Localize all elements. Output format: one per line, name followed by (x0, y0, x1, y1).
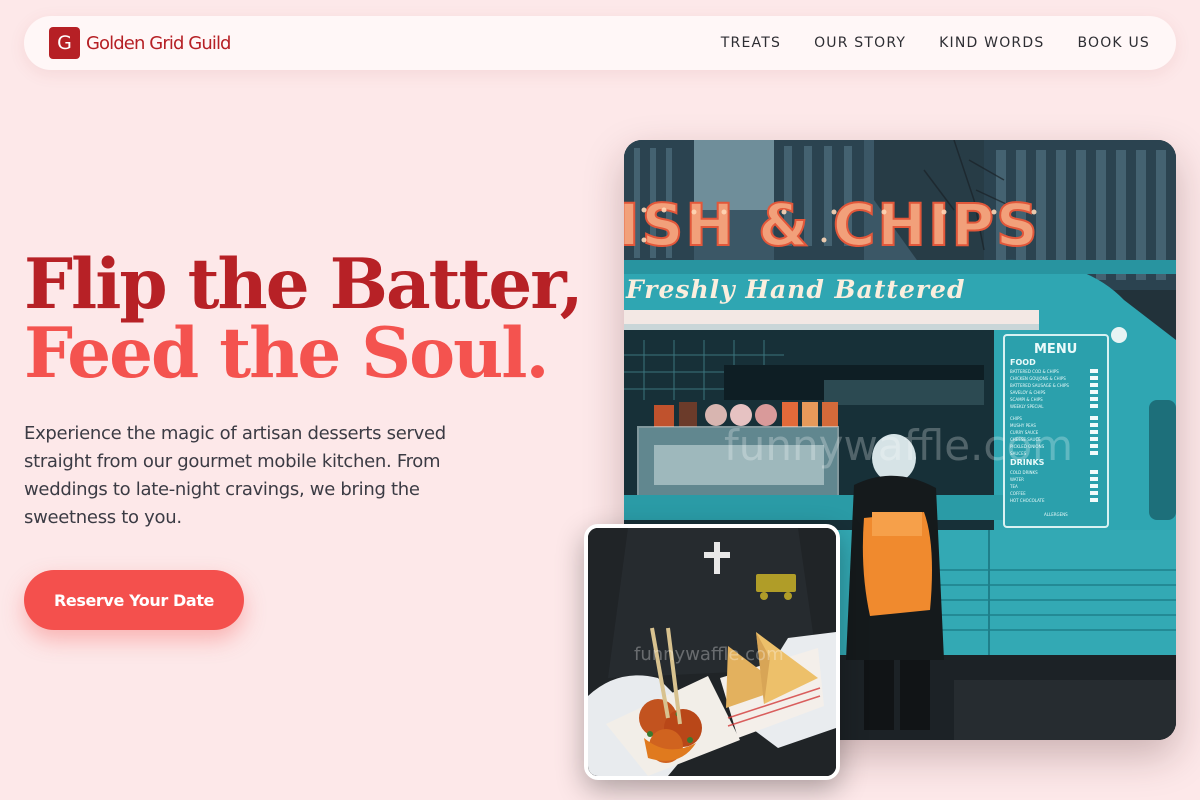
nav-link-kind-words[interactable]: KIND WORDS (939, 35, 1044, 51)
menu-food-item: SCAMPI & CHIPS (1010, 397, 1043, 402)
food-image-watermark: funnywaffle.com (634, 644, 784, 665)
menu-title: MENU (1034, 342, 1077, 357)
hero-title-line-1: Flip the Batter, (24, 244, 584, 325)
hero-title-line-2: Feed the Soul. (24, 313, 549, 394)
hero-title: Flip the Batter, Feed the Soul. (24, 244, 584, 394)
truck-image-watermark: funnywaffle.com (724, 421, 1073, 470)
menu-food-item: BATTERED SAUSAGE & CHIPS (1010, 383, 1069, 388)
menu-footer: ALLERGENS (1044, 512, 1068, 517)
nav-link-our-story[interactable]: OUR STORY (814, 35, 906, 51)
main-nav: TREATS OUR STORY KIND WORDS BOOK US (721, 35, 1150, 51)
menu-drink-item: COFFEE (1010, 491, 1026, 496)
marquee-sign: ISH & CHIPS (624, 191, 1040, 259)
reserve-date-button[interactable]: Reserve Your Date (24, 570, 244, 630)
site-header: G Golden Grid Guild TREATS OUR STORY KIN… (24, 16, 1176, 70)
nav-link-treats[interactable]: TREATS (721, 35, 781, 51)
menu-food-item: WEEKLY SPECIAL (1010, 404, 1044, 409)
truck-banner-text: Freshly Hand Battered (625, 275, 965, 304)
menu-food-heading: FOOD (1010, 358, 1036, 367)
menu-drink-item: WATER (1010, 477, 1024, 482)
menu-food-item: BATTERED COD & CHIPS (1010, 369, 1059, 374)
menu-food-item: SAVELOY & CHIPS (1010, 390, 1046, 395)
menu-drink-item: COLD DRINKS (1010, 470, 1038, 475)
menu-drink-item: TEA (1009, 484, 1018, 489)
brand-name: Golden Grid Guild (86, 32, 231, 54)
brand-logo[interactable]: G Golden Grid Guild (49, 27, 231, 59)
menu-food-item: CHICKEN GOUJONS & CHIPS (1010, 376, 1066, 381)
food-closeup-image: funnywaffle.com (584, 524, 840, 780)
hero-description: Experience the magic of artisan desserts… (24, 423, 446, 528)
menu-drink-item: HOT CHOCOLATE (1010, 498, 1045, 503)
nav-link-book-us[interactable]: BOOK US (1077, 35, 1150, 51)
logo-mark-icon: G (49, 27, 80, 59)
